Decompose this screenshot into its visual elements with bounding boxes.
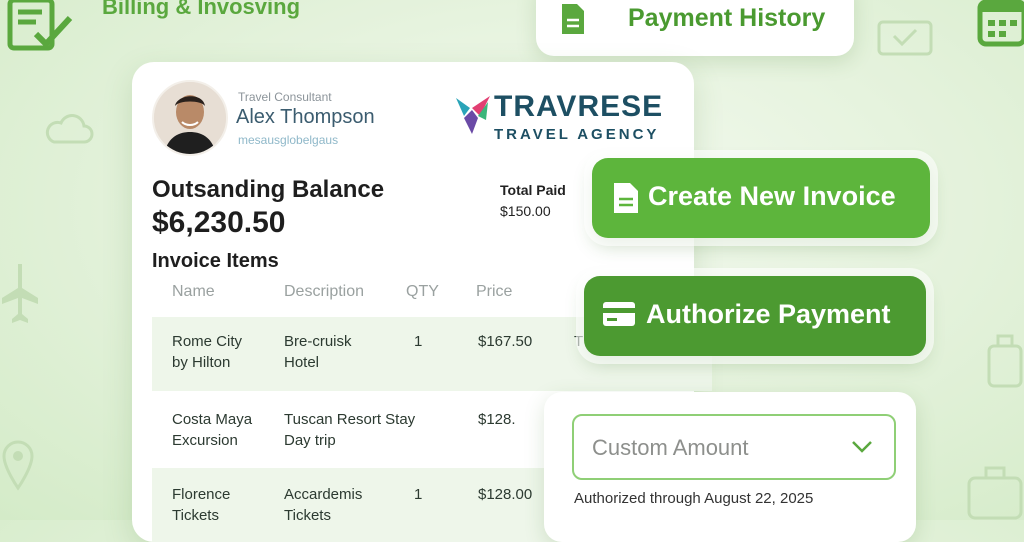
payment-history-button[interactable]: Payment History: [536, 0, 854, 56]
column-header-name: Name: [172, 283, 215, 300]
payment-history-label: Payment History: [628, 4, 826, 32]
item-price: $128.: [478, 411, 516, 428]
balance-value: $6,230.50: [152, 206, 286, 239]
column-header-description: Description: [284, 283, 365, 300]
item-description: Tuscan Resort Stay Day trip: [284, 411, 416, 449]
consultant-email[interactable]: mesausglobelgaus: [238, 133, 338, 147]
item-qty: 1: [414, 333, 423, 350]
item-price: $128.00: [478, 486, 533, 503]
app-title: Billing & Invosving: [102, 0, 301, 19]
item-price: $167.50: [478, 333, 533, 350]
custom-amount-select[interactable]: Custom Amount: [572, 414, 896, 480]
authorize-payment-label: Authorize Payment: [646, 299, 891, 329]
custom-amount-placeholder: Custom Amount: [592, 435, 749, 460]
checklist-icon: [7, 0, 73, 51]
total-paid-value: $150.00: [500, 203, 551, 219]
document-icon: [562, 4, 584, 34]
authorization-note: Authorized through August 22, 2025: [574, 490, 814, 507]
item-name: Costa Maya Excursion: [172, 411, 253, 449]
brand-tagline: TRAVEL AGENCY: [494, 126, 660, 143]
card-icon: [603, 302, 635, 326]
total-paid-label: Total Paid: [500, 182, 566, 198]
tray-background-icon: [877, 20, 933, 56]
column-header-qty: QTY: [406, 283, 439, 300]
invoice-items-title: Invoice Items: [152, 250, 279, 272]
chevron-down-icon: [852, 441, 872, 453]
item-name: Rome City by Hilton: [172, 333, 243, 371]
cloud-background-icon: [45, 114, 94, 144]
calendar-icon[interactable]: [976, 0, 1024, 48]
brand-name: TRAVRESE: [494, 90, 664, 123]
document-icon: [614, 183, 638, 213]
brand-logo-icon: [456, 96, 490, 134]
item-qty: 1: [414, 486, 423, 503]
create-invoice-label: Create New Invoice: [648, 181, 896, 211]
airplane-background-icon: [2, 264, 38, 323]
item-extra: T: [574, 333, 584, 350]
suitcase-background-icon: [967, 466, 1023, 520]
consultant-name: Alex Thompson: [236, 106, 375, 128]
luggage-background-icon: [987, 334, 1023, 388]
authorize-payment-button[interactable]: Authorize Payment: [584, 276, 926, 356]
consultant-avatar: [152, 80, 228, 156]
balance-label: Outsanding Balance: [152, 176, 385, 203]
item-description: Bre-cruisk Hotel: [284, 333, 352, 371]
pin-background-icon: [2, 440, 34, 491]
column-header-price: Price: [476, 283, 513, 300]
create-invoice-button[interactable]: Create New Invoice: [592, 158, 930, 238]
consultant-role: Travel Consultant: [238, 90, 332, 104]
